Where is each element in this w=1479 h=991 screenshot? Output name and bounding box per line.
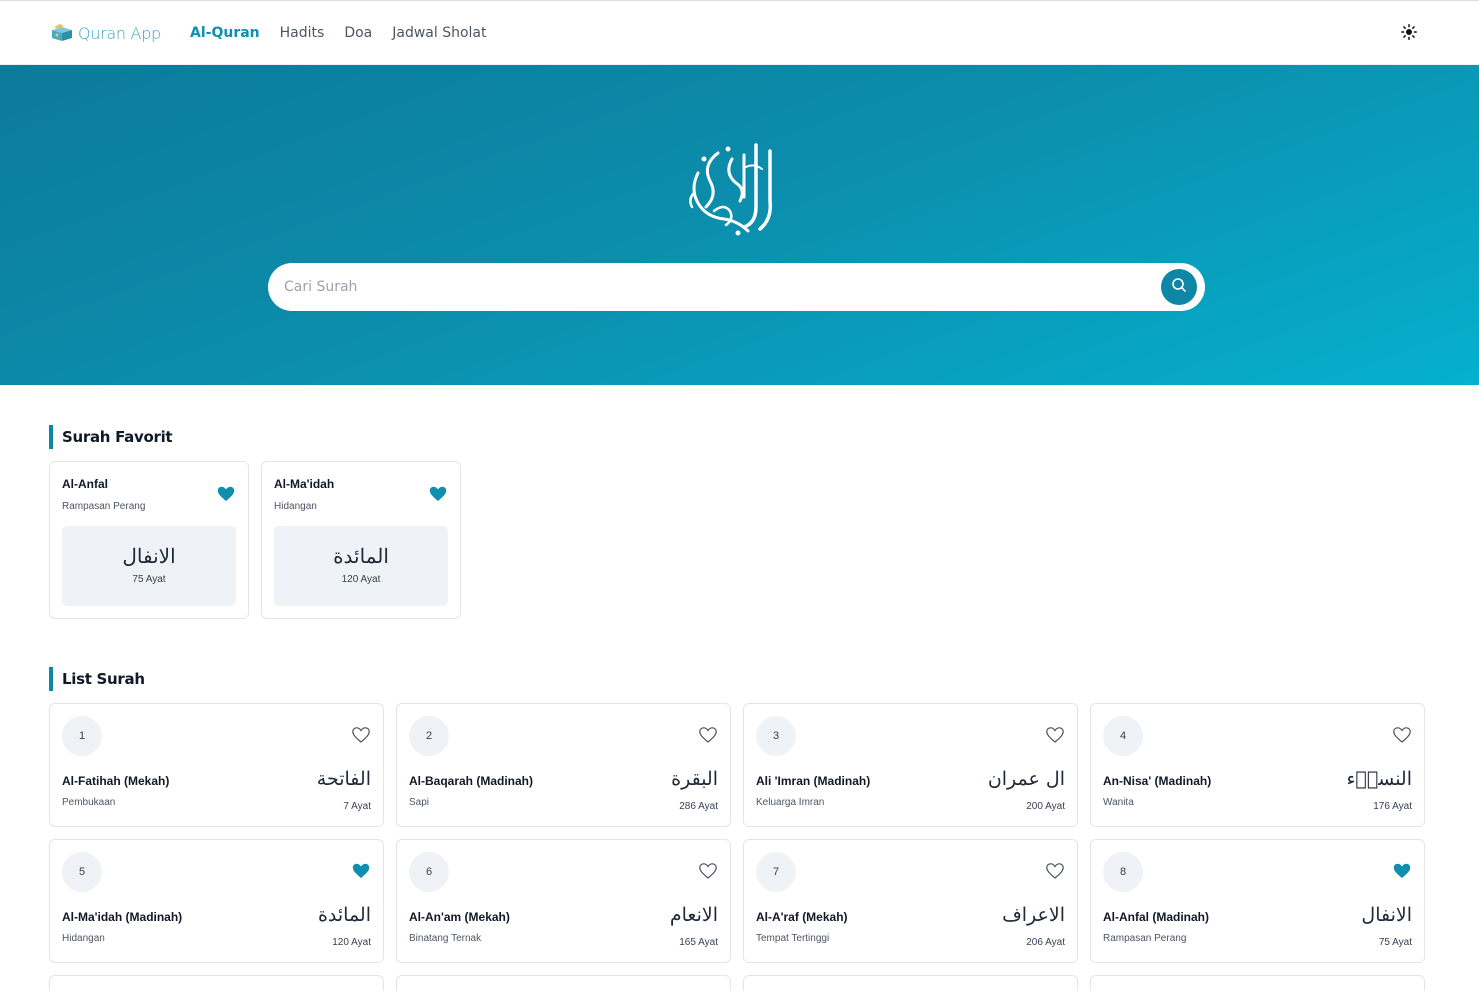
surah-card[interactable]: 5 Al-Ma'idah (Madinah) Hidangan المائدة 120 … [49, 839, 384, 963]
surah-card[interactable]: 3 Ali 'Imran (Madinah) Keluarga Imran ال عم… [743, 703, 1078, 827]
surah-card[interactable]: 6 Al-An'am (Mekah) Binatang Ternak الانعام 1… [396, 839, 731, 963]
favorite-arabic-box: المائدة 120 Ayat [274, 526, 448, 606]
surah-arabic-name: الفاتحة [316, 768, 371, 790]
main-nav: Al-Quran Hadits Doa Jadwal Sholat [190, 25, 487, 41]
surah-ayat-count: 165 Ayat [679, 937, 718, 948]
search-icon [1171, 277, 1187, 298]
surah-arabic-name: البقرة [671, 768, 718, 790]
quran-book-icon [50, 21, 74, 45]
surah-meaning: Sapi [409, 797, 430, 808]
heart-filled-icon[interactable] [1393, 863, 1411, 880]
surah-card[interactable]: 7 Al-A'raf (Mekah) Tempat Tertinggi الاعراف… [743, 839, 1078, 963]
surah-arabic-name: النساۤء [1346, 768, 1413, 790]
surah-arabic-name: المائدة [317, 904, 371, 926]
surah-list-section-title: List Surah [49, 667, 145, 691]
surah-arabic-name: الانفال [122, 544, 176, 568]
nav-hadits[interactable]: Hadits [280, 25, 325, 41]
surah-card[interactable] [396, 975, 731, 991]
sun-icon [1401, 23, 1417, 45]
surah-name: Al-Ma'idah (Madinah) [62, 910, 183, 924]
surah-ayat-count: 75 Ayat [1378, 937, 1412, 948]
heart-outline-icon[interactable] [699, 863, 717, 880]
surah-ayat-count: 206 Ayat [1026, 937, 1065, 948]
surah-meaning: Keluarga Imran [756, 797, 825, 808]
surah-card[interactable] [1090, 975, 1425, 991]
surah-meaning: Rampasan Perang [62, 501, 146, 512]
favorites-section-title: Surah Favorit [49, 425, 173, 449]
surah-meaning: Wanita [1103, 797, 1134, 808]
hero-banner [0, 65, 1479, 385]
surah-number-badge: 1 [62, 716, 102, 756]
surah-meaning: Rampasan Perang [1103, 933, 1187, 944]
surah-number-badge: 7 [756, 852, 796, 892]
surah-arabic-name: ال عمران [987, 768, 1065, 790]
al-quran-calligraphy-logo [684, 137, 788, 237]
surah-number-badge: 2 [409, 716, 449, 756]
favorite-card[interactable]: Al-Anfal Rampasan Perang الانفال 75 Ayat [49, 461, 249, 619]
surah-ayat-count: 7 Ayat [343, 801, 371, 812]
surah-name: Al-Anfal (Madinah) [1103, 910, 1209, 924]
surah-name: Ali 'Imran (Madinah) [756, 774, 871, 788]
search-bar [268, 263, 1205, 311]
surah-name: Al-Anfal [62, 477, 108, 491]
favorite-arabic-box: الانفال 75 Ayat [62, 526, 236, 606]
surah-card[interactable] [743, 975, 1078, 991]
top-navbar: Quran App Al-Quran Hadits Doa Jadwal Sho… [0, 0, 1479, 65]
brand-name: Quran App [78, 23, 161, 43]
surah-name: Al-A'raf (Mekah) [756, 910, 848, 924]
surah-number-badge: 3 [756, 716, 796, 756]
heart-outline-icon[interactable] [1046, 863, 1064, 880]
surah-card[interactable]: 8 Al-Anfal (Madinah) Rampasan Perang الانفا… [1090, 839, 1425, 963]
theme-toggle-button[interactable] [1398, 23, 1420, 45]
surah-meaning: Pembukaan [62, 797, 116, 808]
surah-meaning: Hidangan [62, 933, 105, 944]
surah-card[interactable]: 1 Al-Fatihah (Mekah) Pembukaan الفاتحة 7 Aya… [49, 703, 384, 827]
surah-ayat-count: 176 Ayat [1373, 801, 1412, 812]
surah-meaning: Tempat Tertinggi [756, 933, 830, 944]
heart-filled-icon[interactable] [217, 486, 235, 502]
surah-arabic-name: المائدة [333, 544, 389, 568]
surah-name: Al-Ma'idah [274, 477, 335, 491]
surah-card[interactable] [49, 975, 384, 991]
heart-filled-icon[interactable] [352, 863, 370, 880]
surah-name: Al-An'am (Mekah) [409, 910, 510, 924]
surah-ayat-count: 120 Ayat [341, 574, 381, 585]
surah-ayat-count: 120 Ayat [332, 937, 371, 948]
heart-outline-icon[interactable] [699, 727, 717, 744]
surah-card[interactable]: 4 An-Nisa' (Madinah) Wanita النساۤء 176 Ayat [1090, 703, 1425, 827]
surah-number-badge: 4 [1103, 716, 1143, 756]
surah-name: Al-Fatihah (Mekah) [62, 774, 170, 788]
heart-filled-icon[interactable] [429, 486, 447, 502]
surah-number-badge: 8 [1103, 852, 1143, 892]
nav-al-quran[interactable]: Al-Quran [190, 25, 260, 41]
heart-outline-icon[interactable] [1393, 727, 1411, 744]
surah-arabic-name: الانفال [1361, 904, 1412, 926]
surah-meaning: Hidangan [274, 501, 317, 512]
surah-ayat-count: 286 Ayat [679, 801, 718, 812]
brand[interactable]: Quran App [50, 21, 161, 45]
surah-arabic-name: الاعراف [1002, 904, 1065, 926]
surah-number-badge: 6 [409, 852, 449, 892]
heart-outline-icon[interactable] [352, 727, 370, 744]
nav-doa[interactable]: Doa [344, 25, 372, 41]
surah-card[interactable]: 2 Al-Baqarah (Madinah) Sapi البقرة 286 Ayat [396, 703, 731, 827]
heart-outline-icon[interactable] [1046, 727, 1064, 744]
nav-jadwal-sholat[interactable]: Jadwal Sholat [392, 25, 486, 41]
surah-name: Al-Baqarah (Madinah) [409, 774, 534, 788]
surah-arabic-name: الانعام [669, 904, 718, 926]
search-button[interactable] [1161, 269, 1197, 305]
search-input[interactable] [284, 263, 1144, 311]
surah-ayat-count: 75 Ayat [132, 574, 166, 585]
surah-ayat-count: 200 Ayat [1026, 801, 1065, 812]
favorite-card[interactable]: Al-Ma'idah Hidangan المائدة 120 Ayat [261, 461, 461, 619]
surah-number-badge: 5 [62, 852, 102, 892]
surah-meaning: Binatang Ternak [409, 933, 482, 944]
surah-name: An-Nisa' (Madinah) [1103, 774, 1212, 788]
